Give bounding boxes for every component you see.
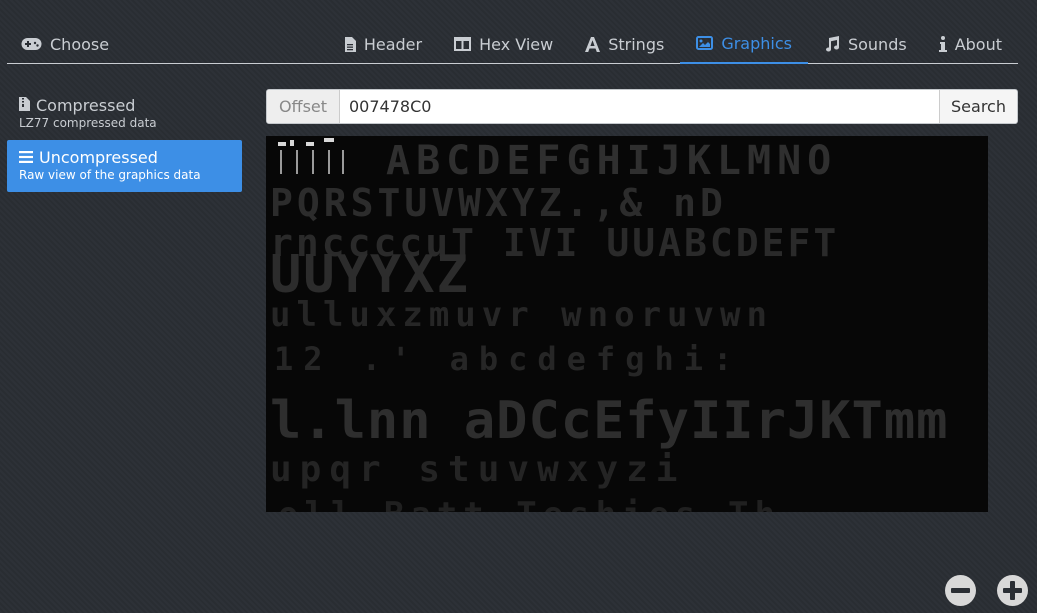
tab-bar: Header Hex View Strings Graphics Sounds … — [328, 24, 1018, 64]
tab-about-label: About — [954, 34, 1002, 54]
tab-hex-view-label: Hex View — [479, 34, 554, 54]
pixel-sprite-marks — [278, 138, 344, 174]
sidebar-item-uncompressed[interactable]: Uncompressed Raw view of the graphics da… — [7, 140, 242, 192]
offset-input[interactable] — [340, 90, 939, 123]
bars-icon — [19, 148, 33, 167]
graphics-glyph-row: l.lnn aDCcEfyIIrJKTmm — [270, 391, 948, 451]
font-icon — [585, 36, 601, 52]
graphics-glyph-row: oll Batt Teshies Th — [278, 495, 781, 512]
tab-sounds-label: Sounds — [847, 34, 907, 54]
zoom-out-button[interactable] — [945, 575, 976, 606]
tab-header[interactable]: Header — [328, 24, 438, 64]
sidebar: Compressed LZ77 compressed data Uncompre… — [7, 88, 242, 192]
tab-graphics[interactable]: Graphics — [680, 24, 808, 64]
sidebar-item-uncompressed-subtitle: Raw view of the graphics data — [19, 168, 201, 182]
sidebar-item-compressed-title: Compressed — [36, 96, 136, 115]
columns-icon — [454, 37, 472, 51]
sidebar-item-compressed[interactable]: Compressed LZ77 compressed data — [7, 88, 242, 140]
sidebar-item-compressed-subtitle: LZ77 compressed data — [19, 116, 157, 130]
sidebar-item-uncompressed-title: Uncompressed — [39, 148, 158, 167]
graphics-viewer[interactable]: ABCDEFGHIJKLMNO PQRSTUVWXYZ.,& nD rnccccuT… — [266, 136, 988, 512]
tab-sounds[interactable]: Sounds — [808, 24, 923, 64]
tab-header-label: Header — [363, 34, 423, 54]
tab-hex-view[interactable]: Hex View — [438, 24, 569, 64]
offset-label: Offset — [267, 90, 340, 123]
graphics-glyph-row: PQRSTUVWXYZ.,& nD — [270, 181, 727, 225]
graphics-glyph-row: ABCDEFGHIJKLMNO — [386, 138, 837, 184]
zoom-in-button[interactable] — [997, 575, 1028, 606]
image-icon — [696, 36, 714, 50]
tab-strings[interactable]: Strings — [569, 24, 680, 64]
sidebar-item-uncompressed-title-row: Uncompressed — [19, 148, 230, 167]
tab-about[interactable]: About — [923, 24, 1018, 64]
tab-graphics-label: Graphics — [721, 33, 792, 53]
graphics-glyph-row: 12 .' abcdefghi: — [274, 340, 742, 378]
tab-strings-label: Strings — [608, 34, 665, 54]
graphics-glyph-row: upqr stuvwxyzi — [270, 449, 685, 490]
info-icon — [938, 36, 947, 52]
gamepad-icon — [21, 37, 42, 51]
graphics-tile-canvas: ABCDEFGHIJKLMNOPQRSTUVWXYZ.,& nDrnccccuT… — [270, 138, 948, 512]
choose-link[interactable]: Choose — [21, 33, 109, 55]
search-button[interactable]: Search — [939, 90, 1017, 123]
graphics-glyph-row: ulluxzmuvr wnoruvwn — [270, 295, 773, 335]
choose-label: Choose — [50, 34, 110, 54]
top-navigation: Choose Header Hex View Strings Graphics … — [7, 0, 1018, 64]
music-icon — [824, 36, 840, 52]
sidebar-item-compressed-title-row: Compressed — [19, 96, 230, 115]
offset-search-bar: Offset Search — [266, 89, 1018, 124]
graphics-glyph-rows: ABCDEFGHIJKLMNOPQRSTUVWXYZ.,& nDrnccccuT… — [270, 138, 948, 512]
archive-file-icon — [19, 96, 30, 115]
file-text-icon — [344, 36, 356, 52]
